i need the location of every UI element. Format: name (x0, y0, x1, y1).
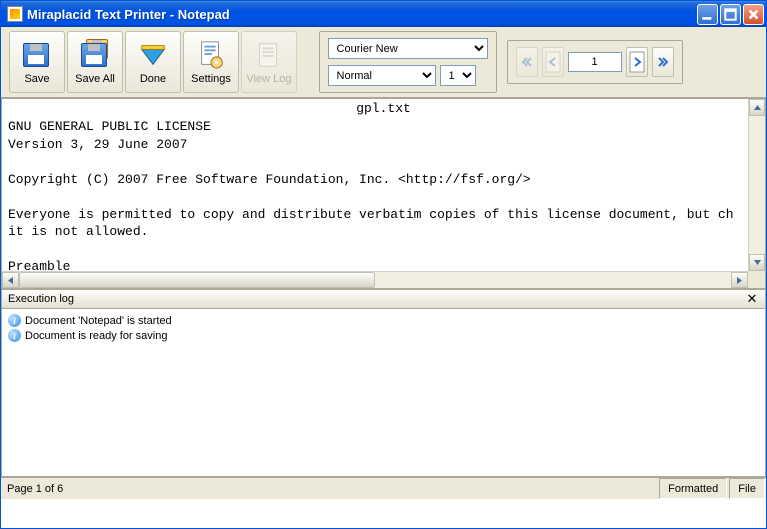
save-button[interactable]: Save (9, 31, 65, 93)
done-button[interactable]: Done (125, 31, 181, 93)
info-icon: i (8, 329, 21, 342)
log-line: i Document 'Notepad' is started (8, 313, 759, 328)
info-icon: i (8, 314, 21, 327)
document-body[interactable]: GNU GENERAL PUBLIC LICENSE Version 3, 29… (2, 116, 765, 288)
save-label: Save (24, 73, 49, 85)
font-selectors: Courier New Normal 10 (319, 31, 497, 93)
window-controls (697, 4, 764, 25)
settings-icon (195, 39, 227, 71)
status-page: Page 1 of 6 (1, 478, 70, 499)
document-filename: gpl.txt (2, 99, 765, 116)
statusbar: Page 1 of 6 Formatted File (1, 477, 766, 499)
log-title: Execution log (8, 293, 745, 305)
page-navigation (507, 40, 683, 84)
last-page-button[interactable] (652, 47, 674, 77)
scroll-down-icon[interactable] (749, 254, 765, 271)
next-page-button[interactable] (626, 47, 648, 77)
font-size-select[interactable]: 10 (440, 65, 476, 86)
log-body: i Document 'Notepad' is started i Docume… (1, 309, 766, 477)
save-all-label: Save All (75, 73, 115, 85)
save-all-button[interactable]: Save All (67, 31, 123, 93)
prev-page-button (542, 47, 564, 77)
titlebar: Miraplacid Text Printer - Notepad (1, 1, 766, 27)
toolbar: Save Save All Done Settings View Log (1, 27, 766, 98)
page-number-input[interactable] (568, 52, 622, 72)
settings-button[interactable]: Settings (183, 31, 239, 93)
view-log-label: View Log (246, 73, 291, 85)
app-icon (7, 6, 23, 22)
scroll-left-icon[interactable] (2, 272, 19, 288)
log-text: Document is ready for saving (25, 330, 167, 342)
vertical-scrollbar[interactable] (748, 99, 765, 271)
close-button[interactable] (743, 4, 764, 25)
save-icon (21, 39, 53, 71)
settings-label: Settings (191, 73, 231, 85)
log-text: Document 'Notepad' is started (25, 315, 172, 327)
horizontal-scrollbar[interactable] (2, 271, 748, 288)
scroll-up-icon[interactable] (749, 99, 765, 116)
document-view: gpl.txt GNU GENERAL PUBLIC LICENSE Versi… (1, 98, 766, 289)
done-icon (137, 39, 169, 71)
maximize-button[interactable] (720, 4, 741, 25)
font-family-select[interactable]: Courier New (328, 38, 488, 59)
log-line: i Document is ready for saving (8, 328, 759, 343)
status-formatted: Formatted (659, 478, 727, 499)
scroll-right-icon[interactable] (731, 272, 748, 288)
scroll-corner (748, 271, 765, 288)
save-all-icon (79, 39, 111, 71)
font-style-select[interactable]: Normal (328, 65, 436, 86)
minimize-button[interactable] (697, 4, 718, 25)
view-log-button: View Log (241, 31, 297, 93)
status-file: File (729, 478, 765, 499)
first-page-button (516, 47, 538, 77)
done-label: Done (140, 73, 166, 85)
scroll-thumb[interactable] (19, 272, 375, 288)
log-close-button[interactable]: ✕ (745, 292, 759, 306)
window-title: Miraplacid Text Printer - Notepad (27, 7, 697, 22)
action-buttons: Save Save All Done Settings View Log (9, 31, 297, 93)
view-log-icon (253, 39, 285, 71)
log-header: Execution log ✕ (1, 289, 766, 309)
